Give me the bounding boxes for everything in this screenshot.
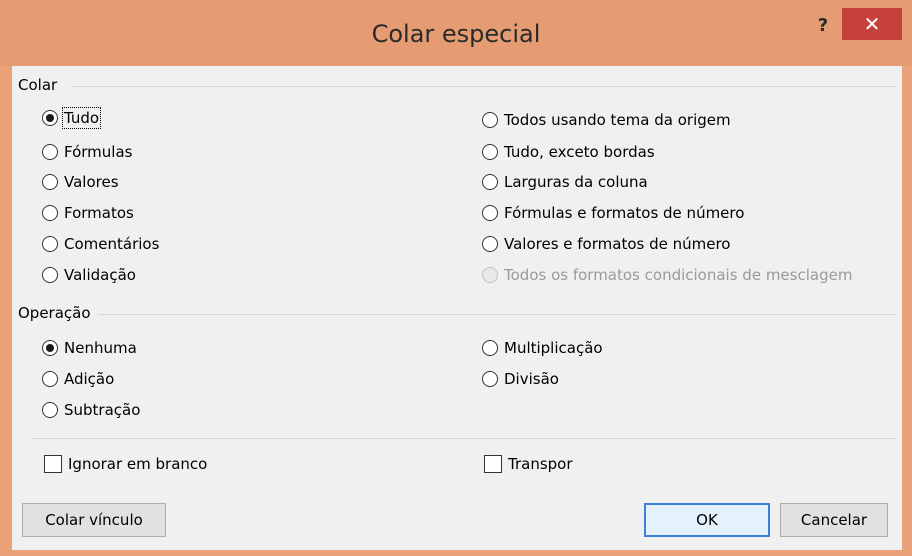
radio-todos-tema-origem[interactable]: Todos usando tema da origem — [482, 108, 731, 132]
radio-label: Todos usando tema da origem — [504, 111, 731, 129]
radio-comentarios[interactable]: Comentários — [42, 232, 159, 256]
radio-button[interactable] — [42, 205, 58, 221]
radio-label: Subtração — [64, 401, 141, 419]
radio-button — [482, 267, 498, 283]
operacao-section-label: Operação — [18, 304, 91, 322]
radio-button[interactable] — [42, 340, 58, 356]
radio-formulas-formatos-numero[interactable]: Fórmulas e formatos de número — [482, 201, 744, 225]
radio-label: Larguras da coluna — [504, 173, 648, 191]
radio-button[interactable] — [482, 340, 498, 356]
checkbox-transpor[interactable]: Transpor — [484, 452, 573, 476]
dialog-window: Colar especial ? ✕ Colar Tudo Fórmulas V… — [0, 0, 912, 556]
radio-label: Tudo — [61, 107, 102, 129]
radio-button[interactable] — [482, 144, 498, 160]
radio-multiplicacao[interactable]: Multiplicação — [482, 336, 603, 360]
radio-button[interactable] — [482, 174, 498, 190]
colar-divider — [72, 86, 896, 87]
radio-tudo-exceto-bordas[interactable]: Tudo, exceto bordas — [482, 140, 655, 164]
ok-button[interactable]: OK — [644, 503, 770, 537]
radio-valores[interactable]: Valores — [42, 170, 119, 194]
radio-button[interactable] — [482, 371, 498, 387]
radio-label: Fórmulas — [64, 143, 133, 161]
radio-label: Nenhuma — [64, 339, 137, 357]
radio-button[interactable] — [42, 402, 58, 418]
checkbox[interactable] — [44, 455, 62, 473]
radio-button[interactable] — [42, 174, 58, 190]
radio-button[interactable] — [482, 205, 498, 221]
radio-subtracao[interactable]: Subtração — [42, 398, 140, 422]
radio-adicao[interactable]: Adição — [42, 367, 114, 391]
operacao-divider — [98, 314, 896, 315]
radio-validacao[interactable]: Validação — [42, 263, 136, 287]
radio-button[interactable] — [42, 236, 58, 252]
radio-label: Valores — [64, 173, 119, 191]
radio-label: Fórmulas e formatos de número — [504, 204, 745, 222]
radio-label: Tudo, exceto bordas — [504, 143, 655, 161]
radio-label: Formatos — [64, 204, 134, 222]
radio-valores-formatos-numero[interactable]: Valores e formatos de número — [482, 232, 730, 256]
colar-section-label: Colar — [18, 76, 58, 94]
radio-label: Adição — [64, 370, 115, 388]
radio-button[interactable] — [42, 267, 58, 283]
radio-label: Comentários — [64, 235, 160, 253]
radio-button[interactable] — [482, 236, 498, 252]
radio-label: Validação — [64, 266, 136, 284]
paste-link-button[interactable]: Colar vínculo — [22, 503, 166, 537]
checkbox-label: Ignorar em branco — [68, 455, 208, 473]
radio-formulas[interactable]: Fórmulas — [42, 140, 132, 164]
cancel-button[interactable]: Cancelar — [780, 503, 888, 537]
radio-nenhuma[interactable]: Nenhuma — [42, 336, 137, 360]
close-icon: ✕ — [863, 12, 881, 36]
checkbox-divider — [32, 438, 896, 439]
dialog-title: Colar especial — [371, 20, 541, 48]
radio-todos-formatos-condicionais: Todos os formatos condicionais de mescla… — [482, 263, 852, 287]
checkbox[interactable] — [484, 455, 502, 473]
radio-button[interactable] — [482, 112, 498, 128]
title-bar[interactable]: Colar especial ? ✕ — [0, 0, 912, 66]
checkbox-label: Transpor — [508, 455, 573, 473]
radio-label: Divisão — [504, 370, 559, 388]
dialog-body: Colar Tudo Fórmulas Valores Formatos Com… — [12, 66, 902, 550]
radio-button[interactable] — [42, 110, 58, 126]
close-button[interactable]: ✕ — [842, 8, 902, 40]
radio-larguras-coluna[interactable]: Larguras da coluna — [482, 170, 648, 194]
radio-formatos[interactable]: Formatos — [42, 201, 134, 225]
checkbox-ignorar-branco[interactable]: Ignorar em branco — [44, 452, 207, 476]
radio-button[interactable] — [42, 371, 58, 387]
radio-label: Multiplicação — [504, 339, 603, 357]
radio-button[interactable] — [42, 144, 58, 160]
radio-tudo[interactable]: Tudo — [42, 106, 102, 130]
radio-divisao[interactable]: Divisão — [482, 367, 559, 391]
radio-label: Valores e formatos de número — [504, 235, 731, 253]
help-button[interactable]: ? — [808, 14, 838, 44]
radio-label: Todos os formatos condicionais de mescla… — [504, 266, 853, 284]
